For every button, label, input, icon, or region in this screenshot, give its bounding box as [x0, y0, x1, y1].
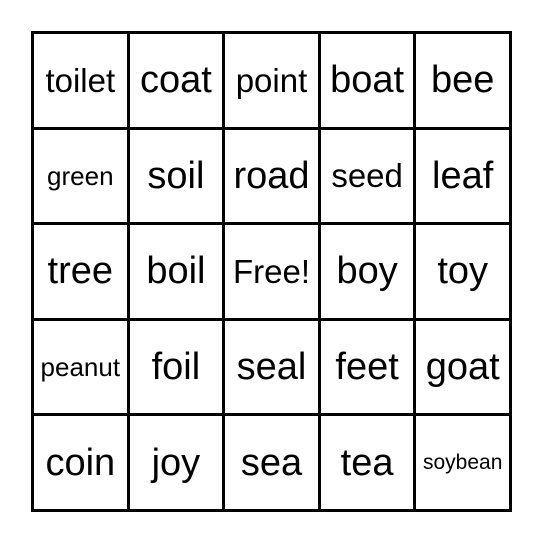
- bingo-cell-label: feet: [335, 346, 399, 389]
- bingo-card-grid: toilet coat point boat bee green soil ro…: [31, 31, 512, 512]
- bingo-cell-r5c1[interactable]: coin: [34, 416, 130, 512]
- bingo-cell-label: peanut: [40, 352, 121, 383]
- bingo-cell-r2c2[interactable]: soil: [129, 129, 226, 226]
- bingo-cell-label: sea: [240, 441, 303, 484]
- bingo-cell-label: green: [47, 160, 114, 191]
- bingo-cell-label: soybean: [422, 451, 503, 475]
- bingo-cell-label: foil: [151, 346, 201, 389]
- bingo-cell-r2c4[interactable]: seed: [320, 129, 417, 226]
- bingo-cell-label: leaf: [432, 154, 494, 197]
- bingo-cell-label: boil: [146, 250, 206, 293]
- bingo-cell-r1c1[interactable]: toilet: [34, 34, 130, 130]
- bingo-cell-r5c5[interactable]: soybean: [416, 416, 512, 512]
- bingo-cell-r5c3[interactable]: sea: [225, 416, 321, 512]
- bingo-cell-label: boy: [336, 250, 398, 293]
- bingo-cell-r2c1[interactable]: green: [34, 129, 130, 226]
- bingo-cell-label: joy: [151, 441, 201, 484]
- bingo-cell-label: coat: [139, 59, 212, 102]
- bingo-cell-r3c4[interactable]: boy: [320, 225, 417, 321]
- bingo-cell-r4c4[interactable]: feet: [320, 320, 417, 417]
- bingo-cell-r1c2[interactable]: coat: [129, 34, 226, 130]
- bingo-cell-r4c1[interactable]: peanut: [34, 320, 130, 417]
- bingo-cell-label: point: [235, 61, 308, 99]
- bingo-cell-label: goat: [425, 346, 500, 389]
- bingo-cell-r3c1[interactable]: tree: [34, 225, 130, 321]
- bingo-cell-r4c3[interactable]: seal: [225, 320, 321, 417]
- bingo-cell-label: boat: [330, 59, 405, 102]
- bingo-cell-label: tea: [340, 441, 394, 484]
- bingo-cell-r3c2[interactable]: boil: [129, 225, 226, 321]
- bingo-cell-label: soil: [147, 154, 205, 197]
- bingo-cell-r1c3[interactable]: point: [225, 34, 321, 130]
- bingo-free-space-label: Free!: [232, 252, 310, 290]
- bingo-cell-r1c5[interactable]: bee: [416, 34, 512, 130]
- bingo-cell-label: seed: [331, 157, 403, 195]
- bingo-cell-r5c2[interactable]: joy: [129, 416, 226, 512]
- bingo-cell-label: bee: [430, 59, 495, 102]
- bingo-cell-r3c5[interactable]: toy: [416, 225, 512, 321]
- bingo-cell-label: toilet: [45, 61, 116, 99]
- bingo-cell-r2c3[interactable]: road: [225, 129, 321, 226]
- bingo-cell-label: road: [233, 154, 310, 197]
- bingo-cell-label: tree: [47, 250, 114, 293]
- bingo-cell-r1c4[interactable]: boat: [320, 34, 417, 130]
- bingo-cell-label: coin: [45, 441, 116, 484]
- bingo-cell-label: toy: [437, 250, 489, 293]
- bingo-cell-r4c5[interactable]: goat: [416, 320, 512, 417]
- bingo-cell-free-space[interactable]: Free!: [225, 225, 321, 321]
- bingo-cell-label: seal: [236, 346, 307, 389]
- bingo-cell-r4c2[interactable]: foil: [129, 320, 226, 417]
- bingo-cell-r2c5[interactable]: leaf: [416, 129, 512, 226]
- bingo-cell-r5c4[interactable]: tea: [320, 416, 417, 512]
